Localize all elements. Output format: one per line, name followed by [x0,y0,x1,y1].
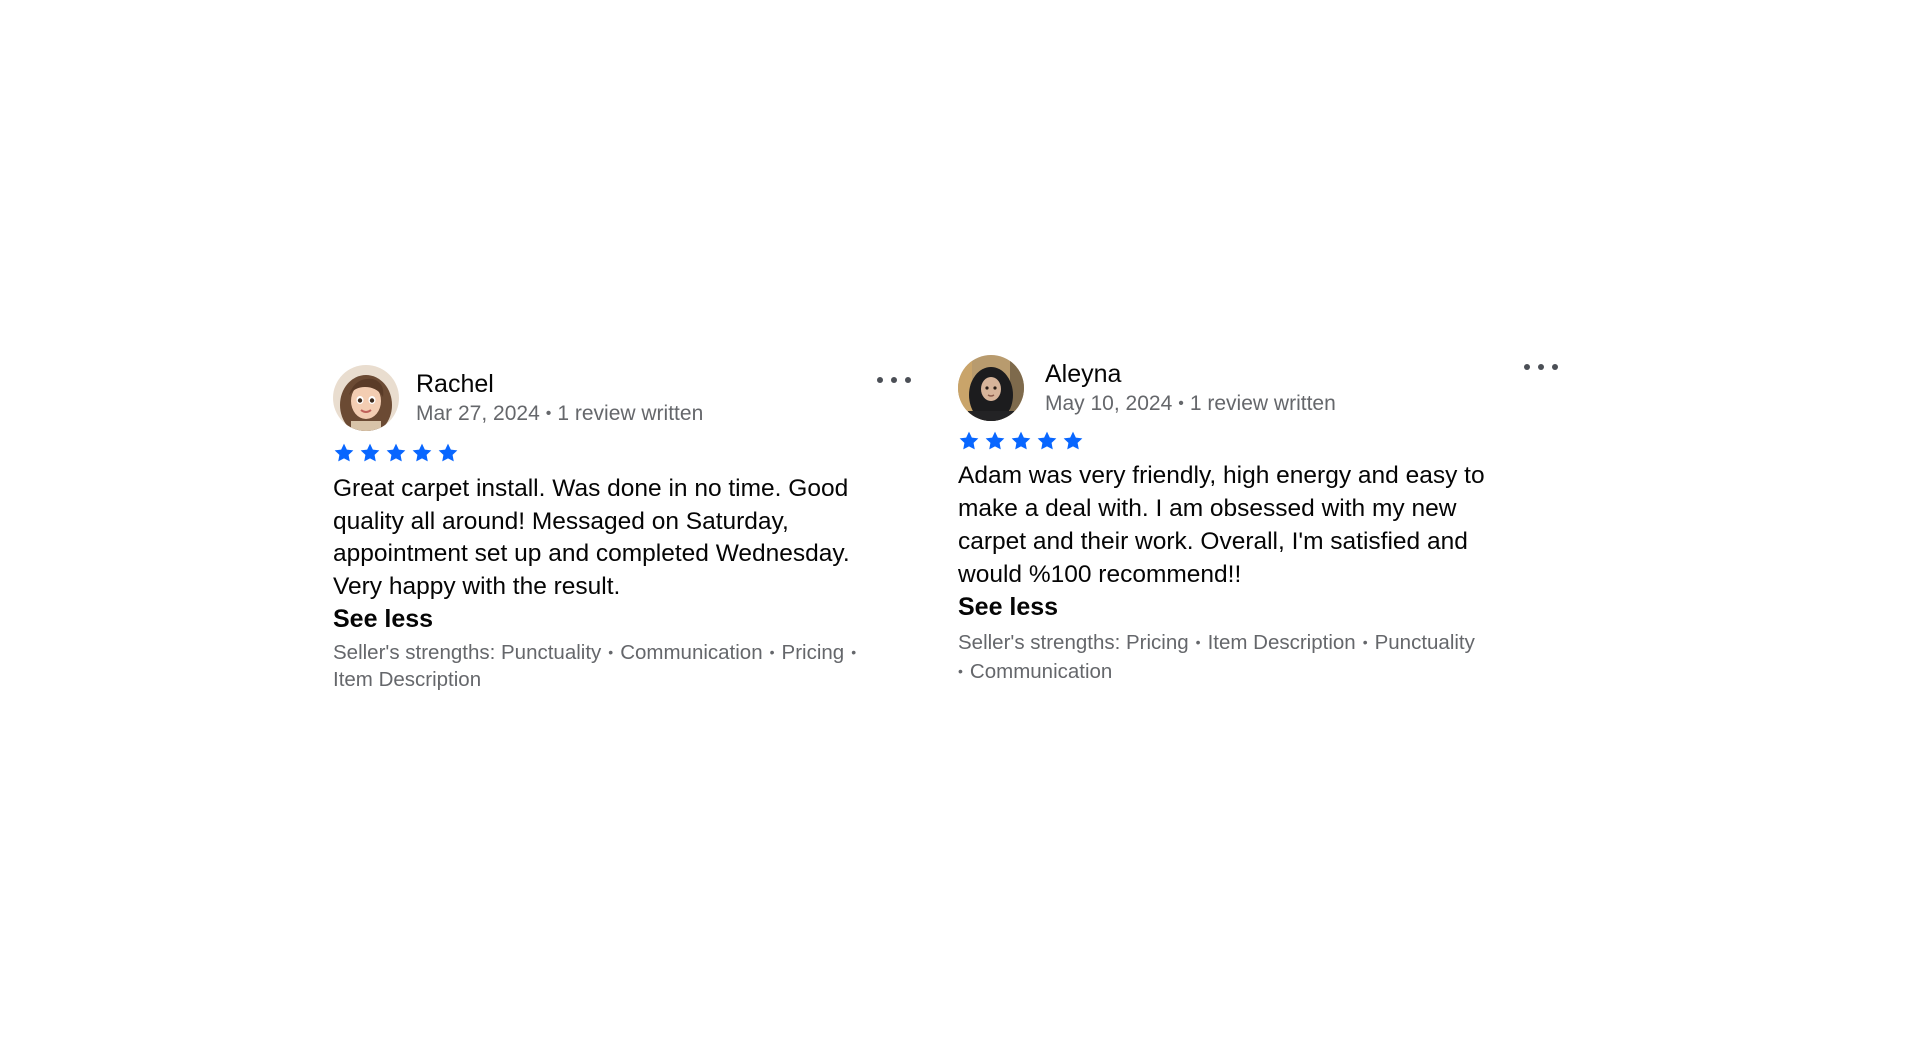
separator-dot: • [608,644,614,660]
strength-item: Pricing [1126,631,1189,654]
review-text-line: would %100 recommend!! [958,561,1242,588]
review-text-line: quality all around! Messaged on Saturday… [333,507,789,535]
strength-item: Communication [620,641,763,664]
review-text-line: Great carpet install. Was done in no tim… [333,475,849,502]
star-icon [984,430,1006,454]
review-text-line: Very happy with the result. [333,572,621,600]
review-count: 1 review written [557,402,704,425]
review-header: Rachel Mar 27, 2024 • 1 review written [333,365,913,431]
strength-item: Punctuality [501,641,602,664]
strength-item: Communication [969,660,1113,683]
review-text-line: make a deal with. I am obsessed with my … [958,495,1457,522]
star-icon [958,430,980,454]
review-date: May 10, 2024 [1045,392,1173,415]
review-meta: May 10, 2024 • 1 review written [1045,391,1336,419]
review-text-line: carpet and their work. Overall, I'm sati… [958,528,1468,555]
separator-dot: • [958,663,963,679]
strengths-prefix: Seller's strengths: [958,631,1121,654]
star-icon [333,442,355,466]
review-date: Mar 27, 2024 [416,402,540,425]
review-header: Aleyna May 10, 2024 • 1 review written [958,355,1558,421]
review-text-line: appointment set up and completed Wednesd… [333,540,850,567]
star-icon [437,442,459,466]
avatar[interactable] [333,365,399,431]
separator-dot: • [769,644,775,660]
star-icon [1036,430,1058,454]
more-horizontal-icon[interactable] [1524,356,1558,378]
separator-dot: • [1362,634,1368,650]
review-text: Great carpet install. Was done in no tim… [333,473,913,603]
star-icon [411,442,433,466]
see-less-link[interactable]: See less [333,603,913,635]
star-rating [958,430,1558,454]
review-text: Adam was very friendly, high energy and … [958,459,1558,591]
separator-dot: • [1195,634,1201,650]
reviewer-name[interactable]: Aleyna [1045,359,1121,389]
strength-item: Pricing [781,641,845,664]
review-meta: Mar 27, 2024 • 1 review written [416,401,703,429]
review-card: Aleyna May 10, 2024 • 1 review written Ada… [958,355,1558,687]
seller-strengths: Seller's strengths: Punctuality • Communic… [333,640,913,693]
star-icon [1062,430,1084,454]
seller-strengths: Seller's strengths: Pricing • Item Descrip… [958,629,1558,687]
see-less-link[interactable]: See less [958,591,1558,623]
separator-dot: • [851,644,857,660]
review-text-line: Adam was very friendly, high energy and … [958,462,1485,489]
avatar[interactable] [958,355,1024,421]
strength-item: Punctuality [1374,631,1475,654]
strength-item: Item Description [1207,631,1356,654]
review-count: 1 review written [1189,392,1336,415]
strength-item: Item Description [333,668,482,691]
reviewer-name[interactable]: Rachel [416,369,494,399]
separator-dot: • [545,405,552,422]
review-card: Rachel Mar 27, 2024 • 1 review written Gre… [333,365,913,693]
star-icon [385,442,407,466]
strengths-prefix: Seller's strengths: [333,641,496,664]
star-icon [359,442,381,466]
more-horizontal-icon[interactable] [877,369,911,391]
star-icon [1010,430,1032,454]
separator-dot: • [1178,395,1184,412]
star-rating [333,442,913,466]
